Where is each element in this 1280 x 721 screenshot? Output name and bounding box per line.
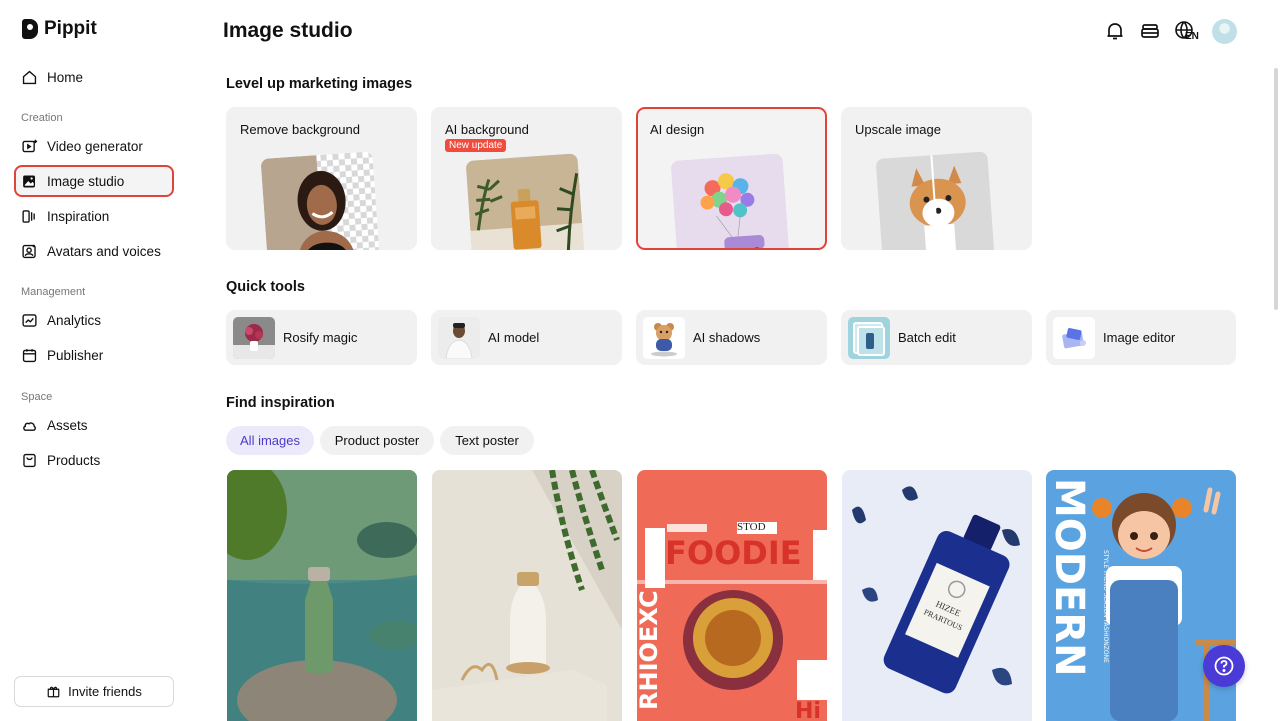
feature-card-title: AI design (650, 122, 705, 137)
section-label-management: Management (21, 286, 86, 298)
quick-tool-ai-shadows[interactable]: AI shadows (636, 310, 827, 365)
section-label-space: Space (21, 391, 53, 403)
quick-tool-ai-model[interactable]: AI model (431, 310, 622, 365)
sidebar-item-inspiration[interactable]: Inspiration (14, 200, 174, 232)
rosify-magic-thumbnail (233, 316, 275, 359)
new-update-badge: New update (445, 139, 507, 152)
quick-tool-label: Batch edit (898, 330, 956, 345)
sidebar-item-label: Products (47, 452, 101, 468)
modern-title-text: MODERN (1046, 478, 1092, 677)
page-scrollbar[interactable] (1274, 68, 1278, 310)
sidebar-item-assets[interactable]: Assets (14, 409, 174, 441)
help-button[interactable] (1203, 645, 1245, 687)
page-title: Image studio (223, 19, 353, 42)
quick-tool-image-editor[interactable]: Image editor (1046, 310, 1236, 365)
quick-tool-label: Image editor (1103, 330, 1176, 345)
sidebar-item-label: Inspiration (47, 208, 110, 224)
foodie-stod-text: STOD (737, 521, 766, 533)
section-label-creation: Creation (21, 112, 63, 124)
feature-card-ai-design[interactable]: AI design (636, 107, 827, 250)
sidebar-item-label: Assets (47, 417, 88, 433)
pippit-logo-icon (22, 19, 38, 39)
section-heading-quick-tools: Quick tools (226, 279, 305, 295)
filter-chip-text-poster[interactable]: Text poster (440, 426, 534, 455)
language-code[interactable]: EN (1185, 31, 1199, 42)
image-studio-icon (23, 175, 36, 187)
section-heading-find-inspiration: Find inspiration (226, 395, 335, 411)
sidebar-item-label: Home (47, 69, 84, 85)
section-heading-marketing: Level up marketing images (226, 76, 413, 92)
image-editor-thumbnail (1053, 316, 1095, 359)
sidebar-item-avatars-and-voices[interactable]: Avatars and voices (14, 235, 174, 267)
sidebar-item-image-studio[interactable]: Image studio (14, 165, 174, 197)
inspiration-icon (22, 209, 35, 223)
sidebar: Pippit Home Creation Video generator Ima… (0, 0, 190, 721)
quick-tool-label: AI shadows (693, 330, 761, 345)
app-logo[interactable]: Pippit (22, 18, 97, 40)
ai-design-thumbnail (670, 153, 790, 248)
product-box-icon (23, 453, 36, 467)
ai-shadows-thumbnail (643, 316, 685, 359)
foodie-hi-text: Hi (795, 699, 821, 721)
cloud-icon (23, 421, 36, 431)
analytics-icon (22, 313, 37, 327)
gallery-item-white-bottle[interactable] (432, 470, 622, 721)
quick-tool-label: AI model (488, 330, 540, 345)
batch-edit-thumbnail (848, 316, 890, 359)
filter-chip-product-poster[interactable]: Product poster (320, 426, 434, 455)
remove-background-thumbnail (260, 151, 380, 250)
gallery-item-modern-poster[interactable]: MODERN STYLE TREND SEASON FASHIONZONE (1046, 470, 1236, 721)
gallery-item-green-bottle[interactable] (227, 470, 417, 721)
ai-background-thumbnail (465, 153, 585, 250)
feature-card-remove-background[interactable]: Remove background (226, 107, 417, 250)
help-question-icon (1214, 656, 1234, 676)
avatar-voice-icon (22, 244, 36, 258)
sidebar-item-products[interactable]: Products (14, 444, 174, 476)
app-name: Pippit (44, 18, 97, 39)
foodie-title-text: FOODIE (665, 534, 802, 572)
calendar-icon (22, 348, 37, 362)
feature-card-upscale-image[interactable]: Upscale image (841, 107, 1032, 250)
sidebar-item-home[interactable]: Home (14, 61, 174, 93)
ai-model-thumbnail (438, 316, 480, 359)
sidebar-item-label: Image studio (47, 173, 125, 189)
sidebar-item-publisher[interactable]: Publisher (14, 339, 174, 371)
feature-card-title: Upscale image (855, 122, 941, 137)
sidebar-item-label: Analytics (47, 312, 102, 328)
feature-card-ai-background[interactable]: AI background New update (431, 107, 622, 250)
feature-card-title: AI background (445, 122, 529, 137)
invite-friends-label: Invite friends (68, 684, 142, 699)
quick-tool-label: Rosify magic (283, 330, 358, 345)
quick-tool-rosify-magic[interactable]: Rosify magic (226, 310, 417, 365)
foodie-side-text: RHIOEXC (637, 590, 663, 710)
sidebar-item-label: Video generator (47, 138, 143, 154)
home-icon (22, 70, 37, 84)
gallery-item-foodie-poster[interactable]: STOD FOODIE RHIOEXC Hi (637, 470, 827, 721)
video-generator-icon (22, 139, 38, 152)
gallery-item-perfume[interactable]: HIZEE PRARTOUS (842, 470, 1032, 721)
bell-icon[interactable] (1104, 20, 1126, 42)
upscale-image-thumbnail (875, 151, 995, 250)
sidebar-item-label: Publisher (47, 347, 104, 363)
invite-friends-button[interactable]: Invite friends (14, 676, 174, 707)
sidebar-item-label: Avatars and voices (47, 243, 161, 259)
user-avatar[interactable] (1212, 19, 1237, 44)
quick-tool-batch-edit[interactable]: Batch edit (841, 310, 1032, 365)
feature-card-title: Remove background (240, 122, 360, 137)
filter-chip-all-images[interactable]: All images (226, 426, 314, 455)
credits-stack-icon[interactable] (1139, 20, 1161, 42)
gift-icon (47, 686, 60, 698)
sidebar-item-analytics[interactable]: Analytics (14, 304, 174, 336)
sidebar-item-video-generator[interactable]: Video generator (14, 130, 174, 162)
